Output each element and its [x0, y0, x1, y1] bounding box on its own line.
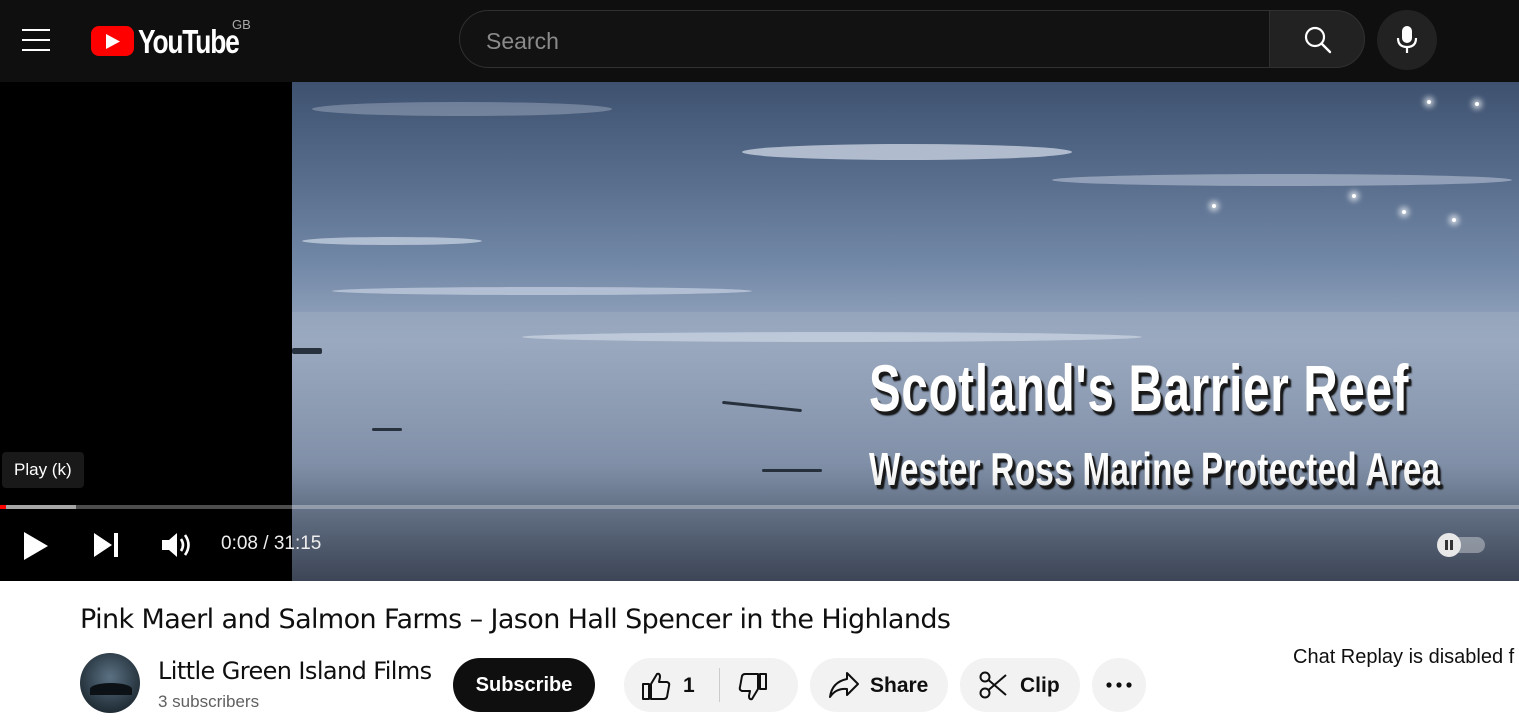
wave-crest — [332, 287, 752, 295]
autoplay-toggle[interactable] — [1437, 533, 1487, 557]
sea-scene — [292, 82, 1519, 312]
water-sparkle — [1475, 102, 1479, 106]
seaweed-debris — [722, 400, 802, 413]
search-icon — [1304, 26, 1332, 54]
volume-icon — [162, 533, 190, 557]
clip-label: Clip — [1020, 674, 1060, 697]
wave-crest — [312, 102, 612, 116]
subscribe-button[interactable]: Subscribe — [453, 658, 595, 712]
water-sparkle — [1427, 100, 1431, 104]
water-sparkle — [1352, 194, 1356, 198]
progress-buffered — [0, 505, 76, 509]
logo-wordmark: YouTube — [138, 23, 240, 60]
chat-replay-message: Chat Replay is disabled f — [1293, 646, 1515, 668]
video-title: Pink Maerl and Salmon Farms – Jason Hall… — [80, 604, 951, 635]
more-icon — [1106, 682, 1132, 688]
water-sparkle — [1452, 218, 1456, 222]
wave-crest — [742, 144, 1072, 160]
clip-button[interactable]: Clip — [960, 658, 1080, 712]
video-player[interactable]: Scotland's Barrier Reef Wester Ross Mari… — [0, 82, 1519, 581]
play-icon — [24, 532, 48, 560]
like-button[interactable]: 1 — [624, 658, 719, 712]
controls-gradient — [0, 462, 1519, 581]
search-button[interactable] — [1269, 10, 1365, 68]
water-sparkle — [1212, 204, 1216, 208]
more-actions-button[interactable] — [1092, 658, 1146, 712]
autoplay-pause-icon — [1437, 533, 1461, 557]
seaweed-debris — [372, 428, 402, 431]
wave-crest — [1052, 174, 1512, 186]
masthead: YouTube GB — [0, 0, 1519, 82]
progress-bar[interactable] — [0, 505, 1519, 509]
thumbs-up-icon — [642, 672, 671, 700]
subscriber-count: 3 subscribers — [158, 692, 260, 711]
video-overlay-title: Scotland's Barrier Reef — [869, 351, 1410, 425]
youtube-logo[interactable]: YouTube GB — [91, 17, 261, 60]
search-input[interactable] — [484, 25, 1248, 57]
wave-crest — [302, 237, 482, 245]
volume-button[interactable] — [160, 530, 194, 560]
scissors-icon — [979, 671, 1007, 699]
mic-icon — [1396, 26, 1418, 53]
play-button[interactable] — [22, 530, 50, 562]
voice-search-button[interactable] — [1377, 10, 1437, 70]
play-tooltip: Play (k) — [2, 452, 84, 488]
channel-avatar[interactable] — [80, 653, 140, 713]
share-label: Share — [870, 674, 929, 697]
like-divider — [719, 668, 720, 702]
menu-icon[interactable] — [22, 27, 52, 53]
channel-name[interactable]: Little Green Island Films — [158, 657, 432, 685]
next-button[interactable] — [92, 531, 120, 559]
water-sparkle — [1402, 210, 1406, 214]
dislike-button[interactable] — [721, 658, 798, 712]
avatar-island-silhouette — [90, 683, 132, 695]
seaweed-debris — [292, 348, 322, 354]
wave-crest — [522, 332, 1142, 342]
search-box — [459, 10, 1269, 68]
time-display: 0:08 / 31:15 — [221, 533, 322, 554]
share-button[interactable]: Share — [810, 658, 948, 712]
youtube-play-logo-icon — [91, 26, 134, 56]
progress-played — [0, 505, 7, 509]
thumbs-down-icon — [738, 673, 767, 701]
region-code: GB — [232, 17, 251, 32]
share-icon — [829, 672, 859, 698]
next-icon — [94, 533, 118, 557]
like-count: 1 — [683, 674, 695, 697]
